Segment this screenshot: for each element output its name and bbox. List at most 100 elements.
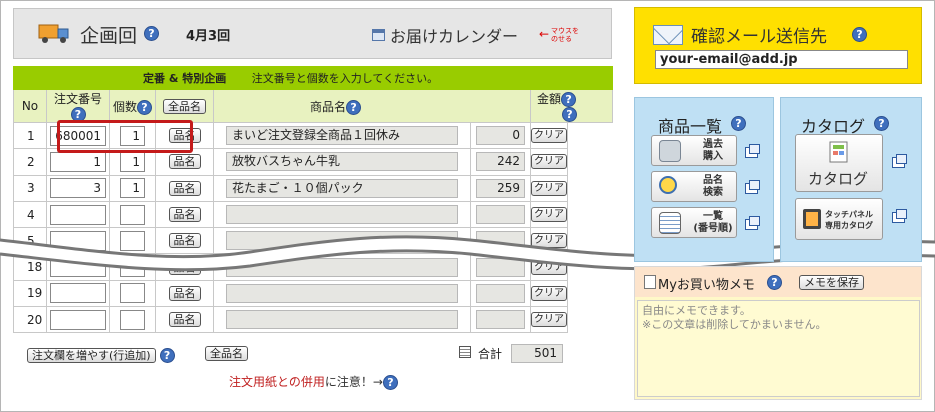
product-name-button[interactable]: 品名 <box>168 285 201 301</box>
order-number-input[interactable]: 3 <box>50 178 106 199</box>
banner-title: 定番 & 特別企画 <box>143 72 227 85</box>
quantity-input[interactable]: 1 <box>120 178 145 199</box>
warning-link[interactable]: 注文用紙との併用 <box>229 375 325 389</box>
help-icon[interactable]: ? <box>137 99 152 115</box>
catalog-panel: カタログ ? カタログ タッチパネル 専用カタログ <box>780 97 922 262</box>
magnifier-icon <box>659 176 677 194</box>
order-row: 19 品名 クリア <box>13 279 613 308</box>
name-button-cell: 品名 <box>155 306 214 334</box>
confirm-email-title: 確認メール送信先 <box>691 27 827 47</box>
past-purchases-button[interactable]: 過去 購入 <box>651 135 737 166</box>
quantity-input[interactable]: 1 <box>120 151 145 172</box>
quantity-input[interactable] <box>120 309 145 330</box>
col-header-product-name: 商品名? <box>213 89 531 123</box>
clear-button[interactable]: クリア <box>531 128 567 144</box>
add-rows-button[interactable]: 注文欄を増やす(行追加) <box>27 348 156 363</box>
col-header-quantity: 個数? <box>109 89 156 123</box>
catalog-button-label: カタログ <box>808 170 869 188</box>
col-header-amount: 金額?? <box>529 89 614 123</box>
amount-field <box>476 283 525 303</box>
help-icon[interactable]: ? <box>731 116 746 131</box>
row-number: 20 <box>13 306 47 334</box>
help-icon[interactable]: ? <box>144 26 159 41</box>
amount-field <box>476 310 525 330</box>
product-name-button[interactable]: 品名 <box>168 154 201 170</box>
calendar-hint-text: マウスを のせる <box>551 27 579 43</box>
new-window-icon[interactable] <box>745 144 760 158</box>
clear-button[interactable]: クリア <box>531 154 567 170</box>
button-label: (番号順) <box>693 223 733 234</box>
product-name-button[interactable]: 品名 <box>168 207 201 223</box>
total-label: 合計 <box>478 347 503 361</box>
new-window-icon[interactable] <box>892 154 907 168</box>
button-label: 一覧 <box>703 211 723 222</box>
list-icon <box>659 212 681 234</box>
delivery-calendar-link[interactable]: お届けカレンダー <box>390 23 518 47</box>
new-window-icon[interactable] <box>745 216 760 230</box>
email-field[interactable]: your-email@add.jp <box>655 50 908 69</box>
add-row-group: 注文欄を増やす(行追加)? <box>27 345 175 364</box>
footer-all-names-button[interactable]: 全品名 <box>205 346 248 361</box>
row-number: 3 <box>13 174 47 202</box>
edition-label: 4月3回 <box>186 29 231 44</box>
confirm-email-panel: 確認メール送信先 ? your-email@add.jp <box>634 7 922 84</box>
memo-title: Myお買い物メモ <box>658 278 755 293</box>
clear-button[interactable]: クリア <box>531 180 567 196</box>
new-window-icon[interactable] <box>892 209 907 223</box>
product-name-cell: まいど注文登録全商品１回休み <box>213 121 471 150</box>
quantity-cell: 1 <box>109 174 156 202</box>
help-icon[interactable]: ? <box>346 99 362 115</box>
help-icon[interactable]: ? <box>562 107 577 122</box>
name-button-cell: 品名 <box>155 279 214 308</box>
memo-textarea[interactable]: 自由にメモできます。 ※この文章は削除してかまいません。 <box>637 300 920 397</box>
product-name-field: まいど注文登録全商品１回休み <box>226 126 458 146</box>
banner-instruction: 注文番号と個数を入力してください。 <box>251 72 439 85</box>
help-icon[interactable]: ? <box>561 92 577 107</box>
help-icon[interactable]: ? <box>874 116 889 131</box>
amount-field: 242 <box>476 152 525 172</box>
clear-button[interactable]: クリア <box>531 312 567 328</box>
product-name-cell <box>213 306 471 334</box>
page-title: 企画回 <box>80 25 138 47</box>
name-search-button[interactable]: 品名 検索 <box>651 171 737 202</box>
catalog-book-icon <box>829 141 848 163</box>
order-row: 20 品名 クリア <box>13 306 613 334</box>
new-window-icon[interactable] <box>745 180 760 194</box>
touch-panel-icon <box>803 209 821 229</box>
quantity-cell <box>109 306 156 334</box>
col-header-order-number: 注文番号? <box>46 89 110 123</box>
number-list-button[interactable]: 一覧 (番号順) <box>651 207 737 238</box>
row-number: 1 <box>13 121 47 150</box>
help-icon[interactable]: ? <box>767 275 782 290</box>
calendar-hint-arrow: ← <box>539 27 550 41</box>
order-number-cell: 3 <box>46 174 110 202</box>
product-name-button[interactable]: 品名 <box>168 312 201 328</box>
touch-panel-catalog-button[interactable]: タッチパネル 専用カタログ <box>795 198 883 240</box>
quantity-input[interactable] <box>120 283 145 304</box>
warning-text: に注意！→ <box>324 375 383 389</box>
row-number: 2 <box>13 148 47 176</box>
touch-panel-label: タッチパネル <box>825 210 873 219</box>
order-number-cell <box>46 306 110 334</box>
header-bar: 企画回 ? 4月3回 お届けカレンダー ← マウスを のせる <box>13 8 612 59</box>
order-number-input[interactable]: 1 <box>50 151 106 172</box>
catalog-button[interactable]: カタログ <box>795 134 883 192</box>
highlight-box <box>57 120 193 153</box>
all-names-button[interactable]: 全品名 <box>163 98 206 114</box>
product-name-cell: 花たまご・１０個パック <box>213 174 471 202</box>
button-label: 検索 <box>703 187 723 198</box>
product-name-button[interactable]: 品名 <box>168 180 201 196</box>
product-name-cell <box>213 279 471 308</box>
calculator-icon <box>459 346 471 358</box>
amount-cell <box>470 279 531 308</box>
help-icon[interactable]: ? <box>159 348 175 363</box>
help-icon[interactable]: ? <box>852 27 867 42</box>
order-number-input[interactable] <box>50 309 106 330</box>
clear-button[interactable]: クリア <box>531 285 567 301</box>
save-memo-button[interactable]: メモを保存 <box>799 275 864 290</box>
order-number-input[interactable] <box>50 283 106 304</box>
help-icon[interactable]: ? <box>382 375 398 390</box>
product-name-field: 放牧バスちゃん牛乳 <box>226 152 458 172</box>
clear-button[interactable]: クリア <box>531 207 567 223</box>
row-number: 19 <box>13 279 47 308</box>
